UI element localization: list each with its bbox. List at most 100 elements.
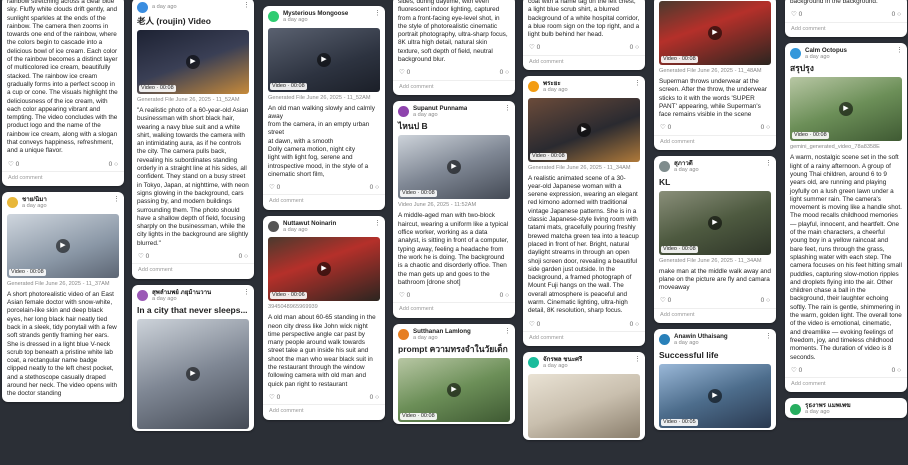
like-icon[interactable]: ♡ 0 [791, 367, 802, 375]
user-name[interactable]: ชาย/นิมา [22, 196, 47, 203]
comment-icon[interactable]: 0 ○ [892, 11, 901, 19]
more-menu-icon[interactable]: ⋮ [504, 105, 511, 113]
post-card[interactable]: Mysterious Mongoose a day ago ⋮ ▶ Video … [263, 6, 385, 210]
user-name[interactable]: สุภาวดี [674, 160, 699, 167]
post-card[interactable]: Nuttawut Noinarin a day ago ⋮ ▶ Video · … [263, 215, 385, 420]
user-name[interactable]: จักรพล ชนะศรี [543, 356, 582, 363]
like-icon[interactable]: ♡ 0 [529, 44, 540, 52]
comment-icon[interactable]: 0 ○ [630, 321, 639, 329]
avatar[interactable] [398, 328, 409, 340]
user-name[interactable]: พระยะ [543, 80, 568, 87]
like-icon[interactable]: ♡ 0 [660, 297, 671, 305]
video-thumbnail[interactable]: ▶ [137, 319, 249, 430]
user-name[interactable]: สุพล้ำมพย์ ภยุม้านวาน [152, 289, 211, 296]
video-thumbnail[interactable]: ▶ Video · 00:08 [528, 97, 640, 162]
like-icon[interactable]: ♡ 0 [529, 321, 540, 329]
play-icon[interactable]: ▶ [447, 383, 461, 398]
add-comment-button[interactable]: Add comment [393, 302, 515, 317]
more-menu-icon[interactable]: ⋮ [634, 80, 641, 88]
user-name[interactable]: Supanut Punnama [413, 105, 467, 112]
avatar[interactable] [659, 161, 670, 173]
video-thumbnail[interactable]: ▶ Video · 00:08 [790, 77, 902, 142]
post-card[interactable]: rainbow stretching across a clear blue s… [2, 0, 124, 187]
avatar[interactable] [137, 289, 148, 301]
post-card[interactable]: sides, during daytime, with even fluores… [393, 0, 515, 95]
post-card[interactable]: สุพล้ำมพย์ ภยุม้านวาน a day ago ⋮ In a c… [132, 284, 254, 432]
post-card[interactable]: a day ago ⋮ 老人 (roujin) Video ▶ Video · … [132, 0, 254, 279]
add-comment-button[interactable]: Add comment [785, 21, 907, 37]
user-name[interactable]: Sutthanan Lamlong [413, 328, 471, 335]
play-icon[interactable]: ▶ [708, 388, 722, 403]
comment-icon[interactable]: 0 ○ [761, 297, 770, 305]
video-thumbnail[interactable]: ▶ Video · 00:08 [268, 27, 380, 92]
like-icon[interactable]: ♡ 0 [791, 11, 802, 19]
avatar[interactable] [528, 357, 539, 369]
user-name[interactable]: Anawin Uthaisang [674, 333, 728, 340]
like-icon[interactable]: ♡ 0 [8, 161, 19, 169]
add-comment-button[interactable]: Add comment [132, 263, 254, 278]
more-menu-icon[interactable]: ⋮ [374, 10, 381, 18]
post-card[interactable]: Sutthanan Lamlong a day ago ⋮ prompt ควา… [393, 323, 515, 425]
comment-icon[interactable]: 0 ○ [630, 44, 639, 52]
post-card[interactable]: Calm Octopus a day ago ⋮ สรุปรุง ▶ Video… [785, 42, 907, 393]
play-icon[interactable]: ▶ [708, 26, 722, 40]
post-card[interactable]: พระยะ a day ago ⋮ ▶ Video · 00:08 Genera… [523, 76, 645, 347]
video-thumbnail[interactable] [528, 373, 640, 438]
more-menu-icon[interactable]: ⋮ [765, 333, 772, 341]
post-card[interactable]: รุธงาพร แมพเพฆ a day ago [785, 398, 907, 418]
post-card[interactable]: Anawin Uthaisang a day ago ⋮ Successful … [654, 329, 776, 430]
comment-icon[interactable]: 0 ○ [239, 253, 248, 261]
play-icon[interactable]: ▶ [577, 122, 591, 137]
more-menu-icon[interactable]: ⋮ [765, 160, 772, 168]
more-menu-icon[interactable]: ⋮ [504, 328, 511, 336]
play-icon[interactable]: ▶ [317, 52, 331, 67]
add-comment-button[interactable]: Add comment [393, 79, 515, 95]
post-card[interactable]: ชาย/นิมา a day ago ⋮ ▶ Video · 00:08 Gen… [2, 192, 124, 402]
add-comment-button[interactable]: Add comment [263, 404, 385, 419]
add-comment-button[interactable]: Add comment [785, 377, 907, 392]
more-menu-icon[interactable]: ⋮ [374, 220, 381, 228]
more-menu-icon[interactable]: ⋮ [243, 289, 250, 297]
user-name[interactable]: Mysterious Mongoose [283, 10, 348, 17]
comment-icon[interactable]: 0 ○ [370, 394, 379, 402]
more-menu-icon[interactable]: ⋮ [634, 356, 641, 364]
post-card[interactable]: Supanut Punnama a day ago ⋮ ไหนป B ▶ Vid… [393, 100, 515, 318]
user-name[interactable]: รุธงาพร แมพเพฆ [805, 402, 851, 409]
avatar[interactable] [659, 334, 670, 346]
comment-icon[interactable]: 0 ○ [109, 161, 118, 169]
comment-icon[interactable]: 0 ○ [500, 69, 509, 77]
avatar[interactable] [7, 197, 18, 209]
play-icon[interactable]: ▶ [839, 102, 853, 117]
like-icon[interactable]: ♡ 0 [138, 253, 149, 261]
play-icon[interactable]: ▶ [708, 215, 722, 230]
add-comment-button[interactable]: Add comment [263, 194, 385, 209]
avatar[interactable] [528, 81, 539, 93]
video-thumbnail[interactable]: ▶ Video · 00:06 [268, 237, 380, 302]
avatar[interactable] [137, 2, 148, 13]
more-menu-icon[interactable]: ⋮ [243, 2, 250, 10]
video-thumbnail[interactable]: ▶ Video · 00:08 [398, 358, 510, 423]
play-icon[interactable]: ▶ [317, 262, 331, 277]
post-card[interactable]: สุภาวดี a day ago ⋮ KL ▶ Video · 00:08 G… [654, 156, 776, 324]
more-menu-icon[interactable]: ⋮ [113, 196, 120, 204]
play-icon[interactable]: ▶ [447, 160, 461, 175]
like-icon[interactable]: ♡ 0 [269, 394, 280, 402]
post-card[interactable]: coat with a name tag on the left chest, … [523, 0, 645, 71]
comment-icon[interactable]: 0 ○ [892, 367, 901, 375]
add-comment-button[interactable]: Add comment [654, 307, 776, 323]
add-comment-button[interactable]: Add comment [523, 330, 645, 346]
avatar[interactable] [790, 403, 801, 415]
play-icon[interactable]: ▶ [186, 55, 200, 69]
like-icon[interactable]: ♡ 0 [269, 184, 280, 192]
video-thumbnail[interactable]: ▶ Video · 00:08 [398, 135, 510, 200]
like-icon[interactable]: ♡ 0 [660, 124, 671, 132]
video-thumbnail[interactable]: ▶ Video · 00:05 [659, 363, 771, 428]
add-comment-button[interactable]: Add comment [2, 170, 124, 186]
post-card[interactable]: background in the background. ♡ 0 0 ○ Ad… [785, 0, 907, 37]
like-icon[interactable]: ♡ 0 [399, 292, 410, 300]
comment-icon[interactable]: 0 ○ [761, 124, 770, 132]
video-thumbnail[interactable]: ▶ Video · 00:08 [659, 190, 771, 255]
user-name[interactable]: Calm Octopus [805, 47, 847, 54]
comment-icon[interactable]: 0 ○ [370, 184, 379, 192]
avatar[interactable] [268, 221, 279, 233]
